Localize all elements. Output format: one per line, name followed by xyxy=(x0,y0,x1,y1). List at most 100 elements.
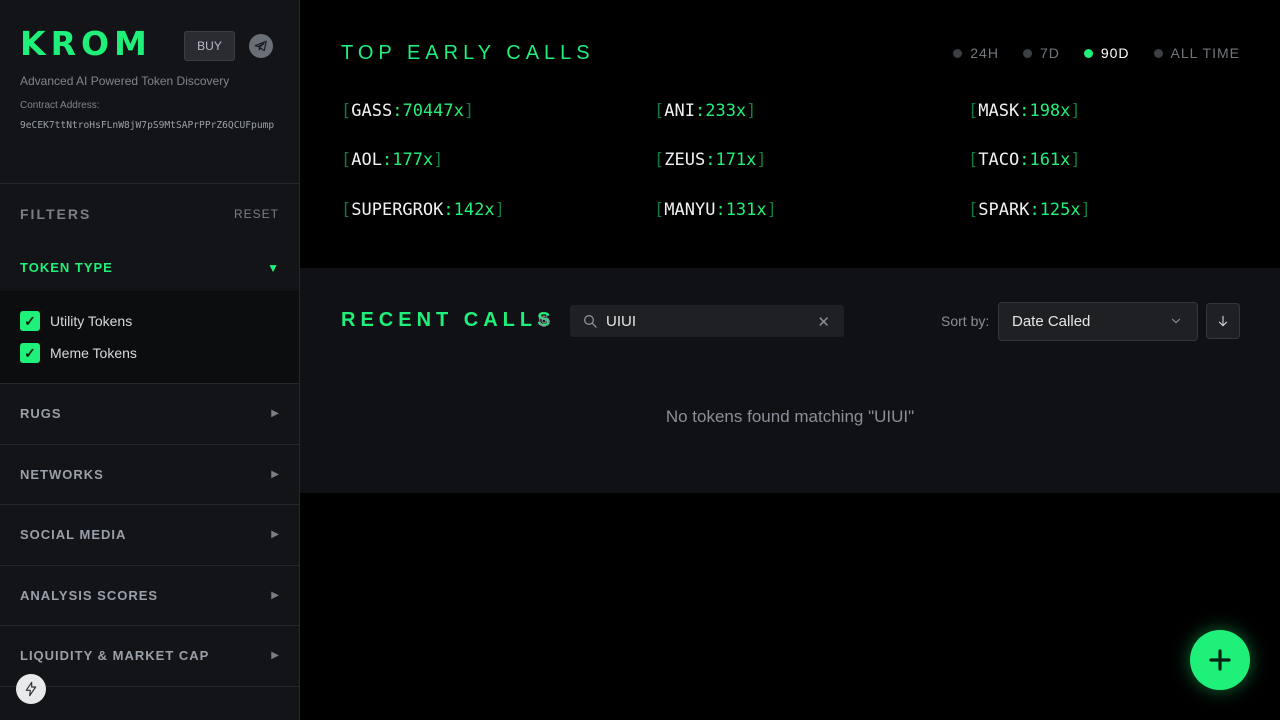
option-label: Meme Tokens xyxy=(50,345,137,361)
lightning-button[interactable] xyxy=(16,674,46,704)
top-call-item[interactable]: [MASK:198x] xyxy=(968,101,1081,121)
search-input[interactable] xyxy=(606,312,806,330)
status-dot-icon xyxy=(1153,48,1163,58)
section-label: SOCIAL MEDIA xyxy=(20,527,127,543)
filters-title: FILTERS xyxy=(20,206,92,222)
bracket-glyph: [ xyxy=(968,101,979,121)
bracket-glyph: [ xyxy=(968,200,979,220)
bracket-glyph: : xyxy=(381,150,393,170)
top-call-item[interactable]: [ZEUS:171x] xyxy=(654,150,767,170)
add-button[interactable] xyxy=(1190,630,1250,690)
bracket-glyph: : xyxy=(1029,200,1040,220)
option-utility-tokens[interactable]: ✓ Utility Tokens xyxy=(20,311,279,331)
token-multiplier: 131x xyxy=(725,200,767,220)
bracket-glyph: [ xyxy=(654,200,665,220)
contract-address[interactable]: 9eCEK7ttNtroHsFLnW8jW7pS9MtSAPrPPrZ6QCUF… xyxy=(20,117,282,134)
token-name: ANI xyxy=(664,101,695,121)
bracket-glyph: ] xyxy=(756,150,767,170)
period-all-time[interactable]: ALL TIME xyxy=(1153,45,1240,61)
tagline: Advanced AI Powered Token Discovery xyxy=(20,74,230,88)
reset-button[interactable]: RESET xyxy=(234,207,279,221)
top-call-item[interactable]: [TACO:161x] xyxy=(968,150,1081,170)
buy-button[interactable]: BUY xyxy=(184,31,235,61)
status-dot-icon xyxy=(1022,48,1032,58)
token-multiplier: 70447x xyxy=(402,101,464,121)
search-box[interactable]: ✕ xyxy=(570,305,844,337)
sort-select[interactable]: Date Called xyxy=(998,302,1198,341)
token-multiplier: 233x xyxy=(705,101,747,121)
top-call-item[interactable]: [GASS:70447x] xyxy=(341,101,474,121)
caret-right-icon: ▶ xyxy=(271,589,279,601)
filter-section-liquidity-market-cap[interactable]: LIQUIDITY & MARKET CAP ▶ xyxy=(0,626,299,687)
bracket-glyph: : xyxy=(705,150,716,170)
section-label: RUGS xyxy=(20,406,62,422)
token-name: AOL xyxy=(351,150,382,170)
token-name: GASS xyxy=(351,101,393,121)
telegram-icon xyxy=(254,40,267,52)
sort-by-label: Sort by: xyxy=(941,313,990,329)
option-meme-tokens[interactable]: ✓ Meme Tokens xyxy=(20,343,279,363)
top-call-item[interactable]: [SPARK:125x] xyxy=(968,200,1091,220)
token-name: ZEUS xyxy=(664,150,706,170)
plus-icon xyxy=(1209,649,1231,671)
token-multiplier: 125x xyxy=(1039,200,1081,220)
bracket-glyph: [ xyxy=(654,101,665,121)
period-label: 7D xyxy=(1039,45,1060,61)
checkbox-checked-icon[interactable]: ✓ xyxy=(20,343,40,363)
status-dot-icon xyxy=(1083,48,1093,58)
period-label: ALL TIME xyxy=(1170,45,1240,61)
top-call-item[interactable]: [MANYU:131x] xyxy=(654,200,777,220)
period-90d[interactable]: 90D xyxy=(1083,45,1130,61)
bracket-glyph: : xyxy=(392,101,403,121)
logo[interactable]: KROM xyxy=(20,26,279,62)
top-early-calls-section: TOP EARLY CALLS 24H 7D 90D ALL TIME [GASS:7… xyxy=(300,0,1280,268)
arrow-down-icon xyxy=(1218,315,1228,327)
bracket-glyph: : xyxy=(694,101,706,121)
bracket-glyph: ] xyxy=(494,200,505,220)
top-call-item[interactable]: [AOL:177x] xyxy=(341,150,443,170)
empty-results-message: No tokens found matching "UIUI" xyxy=(665,407,915,426)
gear-icon[interactable] xyxy=(537,314,551,328)
filter-section-token-type[interactable]: TOKEN TYPE ▼ xyxy=(0,244,299,291)
bracket-glyph: ] xyxy=(463,101,475,121)
period-7d[interactable]: 7D xyxy=(1022,45,1060,61)
period-24h[interactable]: 24H xyxy=(953,45,999,61)
contract-label: Contract Address: xyxy=(20,100,100,111)
option-label: Utility Tokens xyxy=(50,313,133,329)
checkbox-checked-icon[interactable]: ✓ xyxy=(20,311,40,331)
bracket-glyph: ] xyxy=(1080,200,1091,220)
bracket-glyph: ] xyxy=(433,150,444,170)
sort-direction-button[interactable] xyxy=(1206,303,1240,339)
top-call-item[interactable]: [SUPERGROK:142x] xyxy=(341,200,505,220)
clear-search-icon[interactable]: ✕ xyxy=(817,313,830,331)
telegram-button[interactable] xyxy=(249,34,273,58)
section-label: ANALYSIS SCORES xyxy=(20,587,159,603)
filter-section-rugs[interactable]: RUGS ▶ xyxy=(0,384,299,445)
recent-calls-section: RECENT CALLS ✕ Sort by: Date Called No t… xyxy=(300,268,1280,493)
token-multiplier: 142x xyxy=(453,200,495,220)
bracket-glyph: ] xyxy=(1070,150,1081,170)
search-icon xyxy=(584,315,597,328)
token-multiplier: 177x xyxy=(392,150,434,170)
bracket-glyph: ] xyxy=(766,200,777,220)
bracket-glyph: ] xyxy=(1070,101,1081,121)
sort-select-value: Date Called xyxy=(1012,313,1091,330)
filters-header: FILTERS RESET xyxy=(0,184,299,244)
bracket-glyph: : xyxy=(1019,150,1030,170)
filter-section-networks[interactable]: NETWORKS ▶ xyxy=(0,445,299,505)
bracket-glyph: : xyxy=(715,200,726,220)
status-dot-icon xyxy=(953,48,963,58)
bracket-glyph: : xyxy=(1019,101,1030,121)
caret-right-icon: ▶ xyxy=(271,468,279,480)
bracket-glyph: : xyxy=(443,200,454,220)
lightning-icon xyxy=(25,681,37,697)
token-multiplier: 171x xyxy=(715,150,757,170)
filter-section-analysis-scores[interactable]: ANALYSIS SCORES ▶ xyxy=(0,566,299,626)
caret-down-icon: ▼ xyxy=(267,260,279,275)
top-call-item[interactable]: [ANI:233x] xyxy=(654,101,756,121)
token-type-options: ✓ Utility Tokens ✓ Meme Tokens xyxy=(0,291,299,384)
period-label: 24H xyxy=(970,45,999,61)
bracket-glyph: [ xyxy=(968,150,979,170)
filter-section-social-media[interactable]: SOCIAL MEDIA ▶ xyxy=(0,505,299,566)
token-name: MANYU xyxy=(664,200,716,220)
